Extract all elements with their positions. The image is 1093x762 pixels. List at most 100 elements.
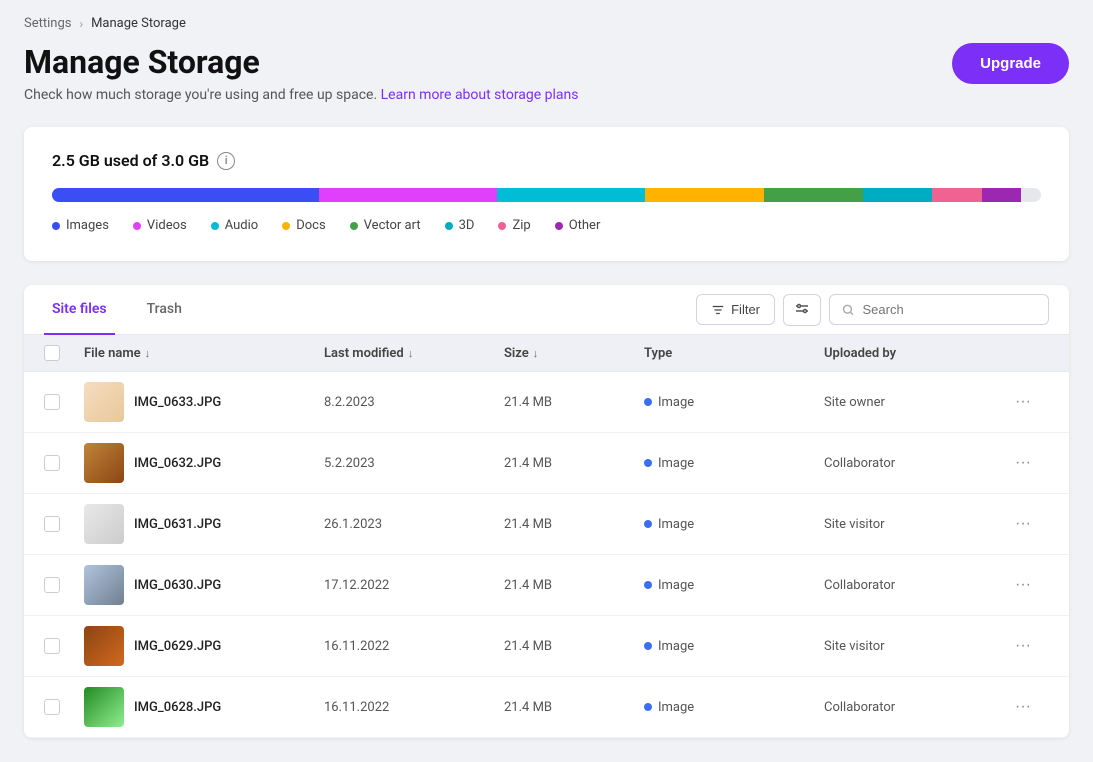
col-size[interactable]: Size ↓ [504, 346, 644, 361]
legend-item-videos: Videos [133, 218, 187, 233]
table-body: IMG_0633.JPG 8.2.2023 21.4 MB Image Site… [24, 372, 1069, 738]
info-icon[interactable]: i [217, 152, 235, 170]
col-filename[interactable]: File name ↓ [84, 346, 324, 361]
sort-arrow-size: ↓ [533, 347, 539, 360]
file-name: IMG_0630.JPG [134, 578, 221, 593]
file-thumbnail [84, 626, 124, 666]
sliders-icon [794, 302, 810, 318]
file-name: IMG_0632.JPG [134, 456, 221, 471]
more-options-button[interactable]: ··· [1009, 510, 1037, 538]
table-row: IMG_0632.JPG 5.2.2023 21.4 MB Image Coll… [24, 433, 1069, 494]
sort-arrow-filename: ↓ [145, 347, 151, 360]
tabs-toolbar: Site files Trash Filter [24, 285, 1069, 335]
bar-segment-images [52, 188, 319, 202]
file-cell: IMG_0631.JPG [84, 504, 324, 544]
legend-dot [52, 222, 60, 230]
page-title: Manage Storage [24, 43, 579, 81]
bar-segment-docs [645, 188, 764, 202]
row-checkbox[interactable] [44, 516, 60, 532]
legend-label: Other [569, 218, 601, 233]
file-uploader: Site visitor [824, 517, 1009, 532]
row-checkbox[interactable] [44, 699, 60, 715]
legend-dot [350, 222, 358, 230]
table-row: IMG_0633.JPG 8.2.2023 21.4 MB Image Site… [24, 372, 1069, 433]
file-uploader: Site owner [824, 395, 1009, 410]
file-type: Image [644, 700, 824, 715]
bar-segment-vector_art [764, 188, 863, 202]
row-checkbox-cell [44, 699, 84, 715]
breadcrumb: Settings › Manage Storage [24, 16, 1069, 31]
file-date: 16.11.2022 [324, 700, 504, 715]
type-dot [644, 459, 652, 467]
file-type: Image [644, 578, 824, 593]
bar-segment-3d [863, 188, 932, 202]
type-label: Image [658, 700, 694, 715]
file-date: 16.11.2022 [324, 639, 504, 654]
legend-label: Videos [147, 218, 187, 233]
row-checkbox-cell [44, 455, 84, 471]
bar-segment-other [982, 188, 1022, 202]
more-options-button[interactable]: ··· [1009, 388, 1037, 416]
sort-arrow-modified: ↓ [408, 347, 414, 360]
legend-item-other: Other [555, 218, 601, 233]
legend-item-vector-art: Vector art [350, 218, 421, 233]
more-options-button[interactable]: ··· [1009, 449, 1037, 477]
file-thumbnail [84, 382, 124, 422]
legend-item-images: Images [52, 218, 109, 233]
more-options-button[interactable]: ··· [1009, 693, 1037, 721]
legend-item-zip: Zip [498, 218, 530, 233]
col-modified[interactable]: Last modified ↓ [324, 346, 504, 361]
select-all-checkbox[interactable] [44, 345, 60, 361]
row-checkbox-cell [44, 577, 84, 593]
legend-dot [133, 222, 141, 230]
filter-button[interactable]: Filter [696, 294, 775, 325]
file-type: Image [644, 639, 824, 654]
row-checkbox[interactable] [44, 577, 60, 593]
more-options-button[interactable]: ··· [1009, 571, 1037, 599]
header-checkbox-cell [44, 345, 84, 361]
tab-site-files[interactable]: Site files [44, 285, 115, 335]
breadcrumb-parent[interactable]: Settings [24, 16, 71, 31]
bar-segment-zip [932, 188, 981, 202]
table-row: IMG_0629.JPG 16.11.2022 21.4 MB Image Si… [24, 616, 1069, 677]
search-box[interactable] [829, 294, 1049, 325]
file-uploader: Collaborator [824, 456, 1009, 471]
table-row: IMG_0631.JPG 26.1.2023 21.4 MB Image Sit… [24, 494, 1069, 555]
legend-label: Images [66, 218, 109, 233]
legend-label: Zip [512, 218, 530, 233]
tab-trash[interactable]: Trash [139, 285, 190, 335]
page-subtitle: Check how much storage you're using and … [24, 87, 579, 103]
row-checkbox[interactable] [44, 638, 60, 654]
file-size: 21.4 MB [504, 700, 644, 715]
filter-icon [711, 303, 725, 317]
file-uploader: Collaborator [824, 578, 1009, 593]
row-checkbox[interactable] [44, 455, 60, 471]
file-date: 26.1.2023 [324, 517, 504, 532]
bar-segment-videos [319, 188, 497, 202]
type-label: Image [658, 395, 694, 410]
files-card: Site files Trash Filter [24, 285, 1069, 738]
sliders-button[interactable] [783, 294, 821, 326]
type-dot [644, 703, 652, 711]
file-size: 21.4 MB [504, 578, 644, 593]
page-header: Manage Storage Check how much storage yo… [24, 43, 1069, 103]
type-label: Image [658, 456, 694, 471]
row-checkbox-cell [44, 516, 84, 532]
type-label: Image [658, 578, 694, 593]
learn-more-link[interactable]: Learn more about storage plans [381, 87, 579, 103]
legend-dot [498, 222, 506, 230]
file-name: IMG_0631.JPG [134, 517, 221, 532]
file-type: Image [644, 456, 824, 471]
file-cell: IMG_0628.JPG [84, 687, 324, 727]
more-options-button[interactable]: ··· [1009, 632, 1037, 660]
file-thumbnail [84, 565, 124, 605]
row-checkbox[interactable] [44, 394, 60, 410]
file-date: 17.12.2022 [324, 578, 504, 593]
table-row: IMG_0630.JPG 17.12.2022 21.4 MB Image Co… [24, 555, 1069, 616]
storage-label: 2.5 GB used of 3.0 GB i [52, 151, 1041, 170]
table-header: File name ↓ Last modified ↓ Size ↓ Type … [24, 335, 1069, 372]
upgrade-button[interactable]: Upgrade [952, 43, 1069, 84]
storage-legend: Images Videos Audio Docs Vector art 3D Z… [52, 218, 1041, 233]
search-input[interactable] [863, 302, 1036, 317]
type-label: Image [658, 639, 694, 654]
